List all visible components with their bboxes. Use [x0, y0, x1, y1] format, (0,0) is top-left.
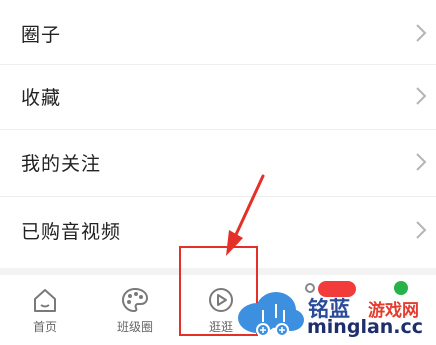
cloud-logo-icon: [238, 292, 304, 337]
menu-item-label: 收藏: [21, 86, 62, 109]
chevron-right-icon: [416, 221, 427, 239]
menu-item-circle[interactable]: 圈子: [0, 0, 436, 66]
menu-item-label: 已购音视频: [21, 220, 122, 243]
tab-class-circle[interactable]: 班级圈: [108, 275, 162, 345]
menu-item-favorites[interactable]: 收藏: [0, 63, 436, 129]
tab-label: 首页: [32, 320, 57, 334]
tab-home[interactable]: 首页: [22, 275, 68, 345]
palette-icon: [121, 287, 149, 313]
watermark-domain: minglan.cc: [307, 316, 424, 338]
home-icon: [34, 289, 56, 312]
menu-item-following[interactable]: 我的关注: [0, 129, 436, 195]
menu-item-label: 我的关注: [21, 152, 102, 175]
tab-label: 班级圈: [116, 320, 153, 334]
menu-item-label: 圈子: [21, 23, 62, 46]
chevron-right-icon: [416, 153, 427, 171]
chevron-right-icon: [416, 24, 427, 42]
chevron-right-icon: [416, 87, 427, 105]
